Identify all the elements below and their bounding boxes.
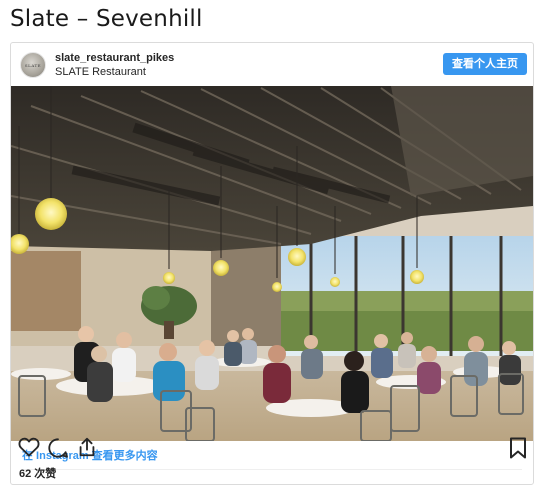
view-profile-button[interactable]: 查看个人主页 <box>443 53 527 75</box>
bookmark-icon[interactable] <box>509 437 527 459</box>
avatar-logo-text: SLATE <box>24 62 42 68</box>
instagram-embed: SLATE slate_restaurant_pikes SLATE Resta… <box>10 42 534 485</box>
comment-icon[interactable] <box>47 437 69 459</box>
divider <box>22 469 522 470</box>
account-name: SLATE Restaurant <box>55 66 146 78</box>
username[interactable]: slate_restaurant_pikes <box>55 52 174 64</box>
page-title: Slate – Sevenhill <box>10 6 203 32</box>
restaurant-interior-image <box>11 86 533 441</box>
likes-count: 62 次赞 <box>19 468 57 480</box>
post-photo[interactable] <box>11 86 533 441</box>
heart-icon[interactable] <box>18 437 40 457</box>
avatar[interactable]: SLATE <box>20 52 46 78</box>
share-icon[interactable] <box>76 436 98 458</box>
post-header: SLATE slate_restaurant_pikes SLATE Resta… <box>11 43 533 86</box>
